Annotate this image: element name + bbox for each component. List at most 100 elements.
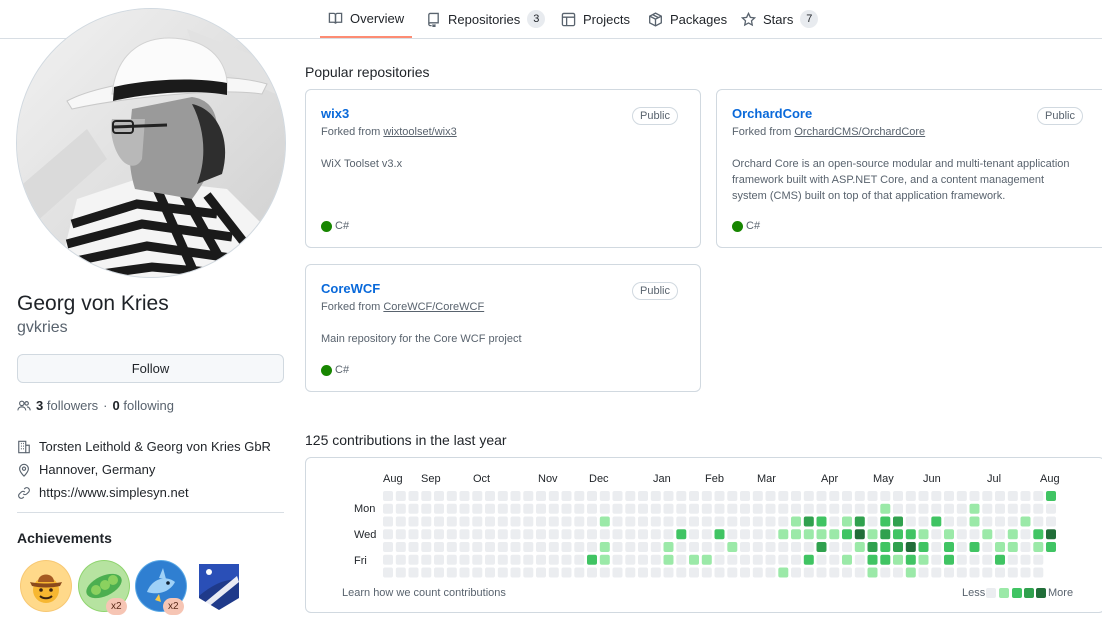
followers-link[interactable]: 3 followers [36,398,98,413]
following-count: 0 [112,398,120,413]
repo-description: Main repository for the Core WCF project [321,333,522,345]
forked-from: Forked from CoreWCF/CoreWCF [321,301,484,313]
follow-separator: · [103,398,108,413]
month-label: Apr [821,473,839,485]
achievement-badge-cowboy[interactable] [20,560,72,612]
avatar[interactable] [16,8,286,278]
follow-button[interactable]: Follow [17,354,284,383]
visibility-badge: Public [632,282,678,300]
forked-prefix: Forked from [321,301,381,313]
month-label: May [873,473,894,485]
achievement-count: x2 [163,598,184,615]
legend-less-label: Less [962,587,986,599]
popular-repos-title: Popular repositories [305,64,430,80]
month-label: Jan [653,473,671,485]
tab-projects[interactable]: Projects [553,0,638,38]
tab-packages-label: Packages [670,11,728,27]
forked-prefix: Forked from [321,126,381,138]
legend-more-label: More [1048,587,1074,599]
learn-contributions-link[interactable]: Learn how we count contributions [342,587,506,599]
tab-stars[interactable]: Stars 7 [733,0,826,38]
repo-card: CoreWCF Public Forked from CoreWCF/CoreW… [305,264,701,392]
location-row: Hannover, Germany [17,458,271,481]
forked-from: Forked from OrchardCMS/OrchardCore [732,126,925,138]
achievements-title: Achievements [17,530,112,546]
weekday-label: Wed [354,529,377,541]
repo-name-link[interactable]: wix3 [321,106,349,121]
repo-language: C# [321,220,349,232]
sidebar-divider [17,512,284,513]
legend-swatch [986,588,996,598]
location-icon [19,463,29,477]
month-label: Aug [1040,473,1060,485]
tab-overview[interactable]: Overview [320,0,413,38]
package-icon [649,11,662,27]
people-icon [17,400,31,410]
stars-count: 7 [800,10,819,28]
tab-repositories[interactable]: Repositories 3 [418,0,553,38]
language-color-dot [321,220,332,232]
tab-stars-label: Stars [763,11,794,27]
repo-language: C# [321,364,349,376]
weekday-label: Fri [354,555,367,567]
language-label: C# [335,220,350,232]
profile-login: gvkries [17,319,68,336]
company-row: Torsten Leithold & Georg von Kries GbR [17,435,271,458]
company-text: Torsten Leithold & Georg von Kries GbR [39,439,271,454]
website-link[interactable]: https://www.simplesyn.net [39,485,189,500]
tab-projects-label: Projects [583,11,630,27]
tab-overview-label: Overview [350,10,405,26]
repo-description: WiX Toolset v3.x [321,158,403,170]
repo-name-link[interactable]: CoreWCF [321,281,380,296]
repo-card: OrchardCore Public Forked from OrchardCM… [716,89,1102,248]
followers-label: followers [46,398,99,413]
forked-source-link[interactable]: wixtoolset/wix3 [383,126,456,138]
profile-name: Georg von Kries [17,292,169,315]
follow-stats: 3 followers · 0 following [17,398,174,413]
repo-card: wix3 Public Forked from wixtoolset/wix3 … [305,89,701,248]
following-link[interactable]: 0 following [113,398,174,413]
forked-source-link[interactable]: CoreWCF/CoreWCF [383,301,484,313]
avatar-photo [17,9,285,277]
website-row: https://www.simplesyn.net [17,481,271,504]
month-label: Jun [923,473,941,485]
contributions-title: 125 contributions in the last year [305,432,507,448]
month-label: Sep [421,473,441,485]
visibility-badge: Public [1037,107,1083,125]
legend-swatch [1024,588,1034,598]
language-color-dot [732,220,743,232]
link-icon [18,486,30,499]
forked-prefix: Forked from [732,126,792,138]
repo-description: Orchard Core is an open-source modular a… [732,158,1070,202]
repo-name-link[interactable]: OrchardCore [732,106,812,121]
month-label: Jul [987,473,1002,485]
tab-repositories-label: Repositories [448,11,521,27]
night-sky-icon [199,564,239,610]
visibility-badge: Public [632,107,678,125]
star-icon [741,11,756,26]
cowboy-hat-icon [21,561,71,611]
legend-swatch [1036,588,1046,598]
followers-count: 3 [36,398,44,413]
location-text: Hannover, Germany [39,462,156,477]
month-label: Aug [383,473,403,485]
legend-swatch [1012,588,1022,598]
achievement-badge-starstruck[interactable] [193,560,245,612]
organization-icon [18,440,30,453]
book-icon [328,12,343,24]
language-color-dot [321,364,332,376]
weekday-label: Mon [354,503,376,515]
forked-from: Forked from wixtoolset/wix3 [321,126,457,138]
following-label: following [123,398,174,413]
repo-icon [428,12,439,27]
repositories-count: 3 [527,10,546,28]
month-label: Dec [589,473,609,485]
month-label: Mar [757,473,776,485]
forked-source-link[interactable]: OrchardCMS/OrchardCore [794,126,925,138]
repo-language: C# [732,220,760,232]
month-label: Oct [473,473,491,485]
tab-packages[interactable]: Packages [640,0,735,38]
month-label: Nov [538,473,558,485]
language-label: C# [335,364,350,376]
language-label: C# [746,220,761,232]
